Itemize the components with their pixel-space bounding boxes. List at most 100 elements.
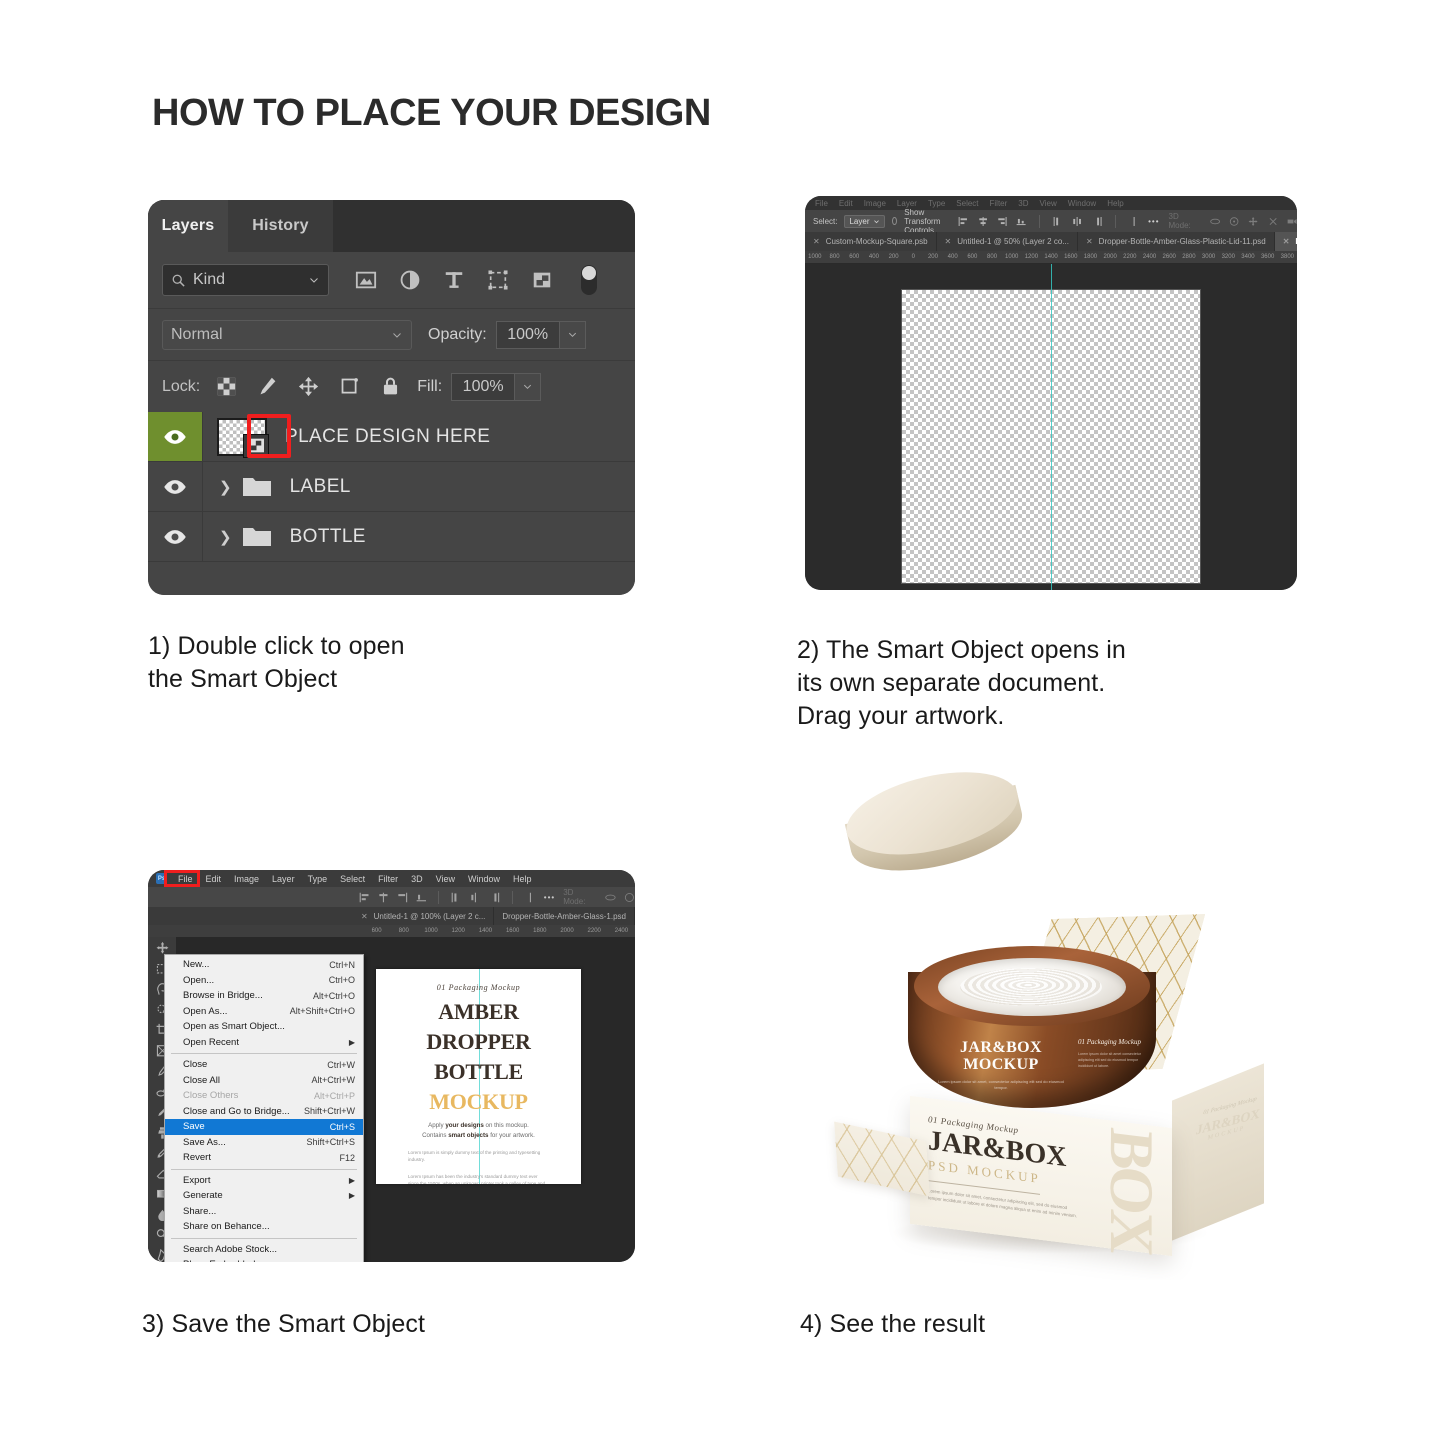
- layer-visibility-toggle[interactable]: [148, 412, 203, 461]
- kind-filter-select[interactable]: Kind: [162, 264, 329, 296]
- fill-stepper[interactable]: [515, 372, 542, 401]
- menu-filter[interactable]: Filter: [376, 874, 400, 884]
- distribute-spacing-icon[interactable]: [1129, 216, 1139, 227]
- menu-file[interactable]: File: [815, 199, 828, 208]
- more-options-icon[interactable]: •••: [544, 893, 555, 902]
- distribute-bottom-icon[interactable]: [1092, 216, 1102, 227]
- table-row[interactable]: PLACE DESIGN HERE: [148, 412, 635, 462]
- lock-image-pixels-icon[interactable]: [257, 376, 278, 397]
- menu-item-browse-in-bridge[interactable]: Browse in Bridge... Alt+Ctrl+O: [165, 988, 363, 1004]
- menu-item-revert[interactable]: Revert F12: [165, 1150, 363, 1166]
- menu-item-place-embedded[interactable]: Place Embedded...: [165, 1257, 363, 1262]
- menu-item-open-recent[interactable]: Open Recent ▶: [165, 1035, 363, 1051]
- document-tab-dropper-bottle[interactable]: ✕ Dropper-Bottle-Amber-Glass-Plastic-Lid…: [1078, 232, 1275, 251]
- layer-visibility-toggle[interactable]: [148, 512, 203, 561]
- document-canvas-preview[interactable]: 01 Packaging Mockup AMBER DROPPER BOTTLE…: [376, 969, 581, 1184]
- 3d-roll-icon[interactable]: [624, 892, 635, 903]
- lock-position-icon[interactable]: [298, 376, 319, 397]
- close-icon[interactable]: ✕: [945, 237, 952, 246]
- file-dropdown-menu[interactable]: New... Ctrl+N Open... Ctrl+O Browse in Bri…: [164, 954, 364, 1262]
- menu-item-save[interactable]: Save Ctrl+S: [165, 1119, 363, 1135]
- menu-layer[interactable]: Layer: [897, 199, 917, 208]
- close-icon[interactable]: ✕: [813, 237, 820, 246]
- menu-select[interactable]: Select: [956, 199, 978, 208]
- lock-transparent-pixels-icon[interactable]: [216, 376, 237, 397]
- 3d-orbit-icon[interactable]: [605, 892, 616, 903]
- lock-all-icon[interactable]: [380, 376, 401, 397]
- align-bottom-icon[interactable]: [1016, 216, 1026, 227]
- align-right-icon[interactable]: [997, 216, 1007, 227]
- smart-object-filter-icon[interactable]: [531, 269, 553, 291]
- show-transform-controls-checkbox[interactable]: [892, 217, 898, 225]
- menu-select[interactable]: Select: [338, 874, 367, 884]
- distribute-bottom-icon[interactable]: [489, 892, 500, 903]
- layer-visibility-toggle[interactable]: [148, 462, 203, 511]
- menu-view[interactable]: View: [434, 874, 457, 884]
- menu-3d[interactable]: 3D: [409, 874, 425, 884]
- fill-input[interactable]: 100%: [451, 372, 516, 401]
- opacity-input[interactable]: 100%: [495, 320, 560, 349]
- menu-3d[interactable]: 3D: [1018, 199, 1028, 208]
- 3d-slide-icon[interactable]: [1268, 216, 1278, 227]
- 3d-pan-icon[interactable]: [1248, 216, 1258, 227]
- canvas-area[interactable]: [805, 264, 1297, 590]
- document-tab-untitled-1[interactable]: ✕ Untitled-1 @ 100% (Layer 2 c...: [353, 907, 495, 925]
- document-tab-dropper-bottle[interactable]: Dropper-Bottle-Amber-Glass-1.psd: [494, 907, 635, 925]
- chevron-right-icon[interactable]: ❯: [219, 478, 232, 496]
- distribute-top-icon[interactable]: [1053, 216, 1063, 227]
- align-center-horizontal-icon[interactable]: [378, 892, 389, 903]
- menu-item-generate[interactable]: Generate ▶: [165, 1188, 363, 1204]
- align-bottom-icon[interactable]: [416, 892, 427, 903]
- menu-item-new[interactable]: New... Ctrl+N: [165, 957, 363, 973]
- 3d-camera-icon[interactable]: [1287, 216, 1297, 227]
- filter-toggle[interactable]: [581, 265, 597, 295]
- menu-item-share-on-behance[interactable]: Share on Behance...: [165, 1219, 363, 1235]
- select-target-dropdown[interactable]: Layer: [844, 214, 886, 228]
- distribute-top-icon[interactable]: [451, 892, 462, 903]
- menu-type[interactable]: Type: [928, 199, 945, 208]
- menu-item-search-adobe-stock[interactable]: Search Adobe Stock...: [165, 1242, 363, 1258]
- menu-item-save-as[interactable]: Save As... Shift+Ctrl+S: [165, 1135, 363, 1151]
- 3d-orbit-icon[interactable]: [1210, 216, 1220, 227]
- document-tab-untitled-1[interactable]: ✕ Untitled-1 @ 50% (Layer 2 co...: [937, 232, 1078, 251]
- document-tab-custom-mockup[interactable]: ✕ Custom-Mockup-Square.psb: [805, 232, 937, 251]
- lock-artboard-icon[interactable]: [339, 376, 360, 397]
- menu-item-close-all[interactable]: Close All Alt+Ctrl+W: [165, 1073, 363, 1089]
- table-row[interactable]: ❯ BOTTLE: [148, 512, 635, 562]
- menu-filter[interactable]: Filter: [990, 199, 1008, 208]
- blend-mode-select[interactable]: Normal: [162, 319, 412, 350]
- align-left-icon[interactable]: [359, 892, 370, 903]
- close-icon[interactable]: ✕: [1283, 237, 1290, 246]
- menu-help[interactable]: Help: [511, 874, 534, 884]
- distribute-center-icon[interactable]: [1072, 216, 1082, 227]
- menu-item-close[interactable]: Close Ctrl+W: [165, 1057, 363, 1073]
- distribute-center-icon[interactable]: [470, 892, 481, 903]
- menu-image[interactable]: Image: [864, 199, 886, 208]
- close-icon[interactable]: ✕: [361, 912, 368, 921]
- shape-filter-icon[interactable]: [487, 269, 509, 291]
- menu-view[interactable]: View: [1040, 199, 1057, 208]
- menu-item-share[interactable]: Share...: [165, 1204, 363, 1220]
- menu-type[interactable]: Type: [306, 874, 330, 884]
- menu-item-open[interactable]: Open... Ctrl+O: [165, 973, 363, 989]
- document-tab-layer-1111111[interactable]: ✕ Layer 1111111.psb @ 25% (Background Co…: [1274, 232, 1297, 251]
- tab-history[interactable]: History: [228, 200, 333, 252]
- align-left-icon[interactable]: [958, 216, 968, 227]
- close-icon[interactable]: ✕: [1086, 237, 1093, 246]
- adjustment-filter-icon[interactable]: [399, 269, 421, 291]
- menu-window[interactable]: Window: [1068, 199, 1096, 208]
- menu-edit[interactable]: Edit: [839, 199, 853, 208]
- more-options-icon[interactable]: •••: [1148, 217, 1159, 226]
- type-filter-icon[interactable]: [443, 269, 465, 291]
- tab-layers[interactable]: Layers: [148, 200, 228, 252]
- menu-item-open-as[interactable]: Open As... Alt+Shift+Ctrl+O: [165, 1004, 363, 1020]
- move-tool-icon[interactable]: [155, 941, 170, 955]
- 3d-roll-icon[interactable]: [1229, 216, 1239, 227]
- image-filter-icon[interactable]: [355, 269, 377, 291]
- opacity-stepper[interactable]: [559, 320, 586, 349]
- menu-item-close-and-go-to-bridge[interactable]: Close and Go to Bridge... Shift+Ctrl+W: [165, 1104, 363, 1120]
- align-center-horizontal-icon[interactable]: [978, 216, 988, 227]
- menu-edit[interactable]: Edit: [204, 874, 224, 884]
- menu-item-open-as-smart-object[interactable]: Open as Smart Object...: [165, 1019, 363, 1035]
- distribute-spacing-icon[interactable]: [525, 892, 536, 903]
